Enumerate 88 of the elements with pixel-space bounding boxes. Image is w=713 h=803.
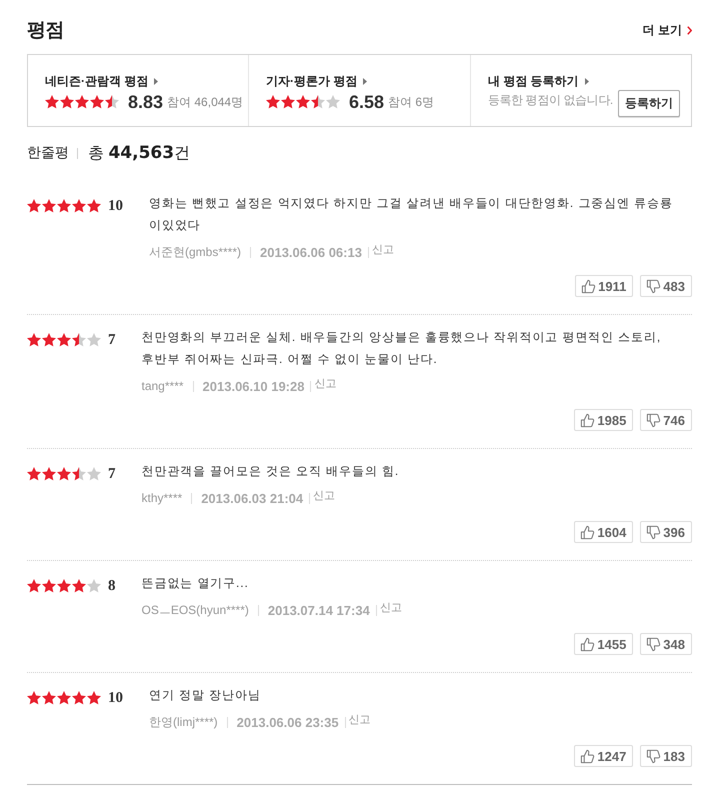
author-name: OSㅡEOS(hyun****) — [142, 602, 249, 618]
empty-rating-message: 등록한 평점이 없습니다. — [488, 92, 613, 109]
rating-title-link[interactable]: 기자·평론가 평점 — [266, 72, 368, 90]
filled-star-icon — [27, 467, 41, 481]
thumbs-down-icon — [646, 412, 662, 428]
half-star-icon — [72, 467, 86, 481]
filled-star-icon — [27, 579, 41, 593]
filled-star-icon — [75, 95, 89, 109]
filled-star-icon — [72, 579, 86, 593]
caret-icon — [363, 78, 368, 84]
thumbs-down-icon — [646, 524, 662, 540]
section-title: 평점 — [27, 19, 64, 43]
review-date: 2013.06.06 23:35 — [236, 714, 339, 730]
review-text: 연기 정말 장난아님 — [149, 687, 262, 704]
participant-count: 참여 6명 — [388, 94, 434, 110]
filled-star-icon — [42, 579, 56, 593]
review-text: 천만영화의 부끄러운 실체. 배우들간의 앙상블은 훌륭했으나 작위적이고 평면적인 스토리, 후반부 쥐어짜는 신파극. 어쩔 수 없이 눈물이 난다. — [142, 329, 662, 368]
like-button[interactable]: 1911 — [575, 275, 634, 297]
average-score: 6.58 — [349, 92, 384, 112]
filled-star-icon — [42, 691, 56, 705]
dislike-button[interactable]: 183 — [640, 745, 692, 767]
review-text: 뜬금없는 열기구... — [142, 575, 250, 592]
filled-star-icon — [57, 467, 71, 481]
review-score: 8 — [108, 578, 116, 594]
filled-star-icon — [281, 95, 295, 109]
filled-star-icon — [87, 199, 101, 213]
filled-star-icon — [57, 333, 71, 347]
review-score: 10 — [108, 690, 123, 706]
filled-star-icon — [57, 579, 71, 593]
like-button[interactable]: 1455 — [574, 633, 634, 655]
review-date: 2013.07.14 17:34 — [268, 602, 370, 618]
thumbs-up-icon — [580, 524, 596, 540]
filled-star-icon — [90, 95, 104, 109]
half-star-icon — [105, 95, 119, 109]
filled-star-icon — [57, 199, 71, 213]
filled-star-icon — [296, 95, 310, 109]
review-date: 2013.06.03 21:04 — [201, 490, 304, 506]
review-text: 천만관객을 끌어모은 것은 오직 배우들의 힘. — [142, 463, 400, 480]
dislike-button[interactable]: 396 — [640, 521, 692, 543]
like-button[interactable]: 1985 — [574, 409, 634, 431]
dislike-button[interactable]: 746 — [640, 409, 692, 431]
filled-star-icon — [72, 199, 86, 213]
review-score: 7 — [108, 332, 116, 348]
chevron-right-icon — [687, 26, 692, 34]
like-button[interactable]: 1247 — [574, 745, 634, 767]
caret-icon — [584, 78, 589, 84]
thumbs-up-icon — [580, 412, 596, 428]
section-subtitle: 한줄평 — [27, 144, 69, 162]
like-button[interactable]: 1604 — [574, 521, 634, 543]
filled-star-icon — [27, 691, 41, 705]
register-button[interactable]: 등록하기 — [618, 90, 680, 117]
author-name: 서준현(gmbs****) — [149, 244, 242, 260]
filled-star-icon — [45, 95, 59, 109]
filled-star-icon — [42, 199, 56, 213]
participant-count: 참여 46,044명 — [167, 94, 244, 110]
thumbs-up-icon — [581, 278, 596, 294]
author-name: tang**** — [142, 379, 184, 393]
author-name: 한영(limj****) — [149, 714, 218, 730]
rating-title-link[interactable]: 네티즌·관람객 평점 — [45, 72, 158, 90]
caret-icon — [154, 78, 158, 84]
review-date: 2013.06.10 19:28 — [202, 378, 304, 394]
half-star-icon — [311, 95, 325, 109]
filled-star-icon — [57, 691, 71, 705]
thumbs-down-icon — [646, 636, 662, 652]
filled-star-icon — [60, 95, 74, 109]
filled-star-icon — [72, 691, 86, 705]
review-date: 2013.06.06 06:13 — [260, 244, 362, 260]
average-score: 8.83 — [128, 92, 164, 112]
thumbs-down-icon — [646, 278, 662, 294]
filled-star-icon — [27, 199, 41, 213]
half-star-icon — [72, 333, 86, 347]
register-rating-link[interactable]: 내 평점 등록하기 — [488, 72, 589, 90]
dislike-button[interactable]: 348 — [640, 633, 692, 655]
filled-star-icon — [87, 691, 101, 705]
thumbs-down-icon — [646, 748, 662, 764]
thumbs-up-icon — [580, 636, 596, 652]
review-text: 영화는 뻔했고 설정은 억지였다 하지만 그걸 살려낸 배우들이 대단한영화. 그중심엔 류승룡이있었다 — [149, 195, 673, 234]
more-link[interactable]: 더 보기 — [642, 22, 692, 38]
filled-star-icon — [27, 333, 41, 347]
review-score: 7 — [108, 466, 116, 482]
author-name: kthy**** — [142, 491, 182, 505]
filled-star-icon — [42, 333, 56, 347]
filled-star-icon — [266, 95, 280, 109]
review-count: 총 44,563건 — [88, 142, 190, 164]
thumbs-up-icon — [580, 748, 596, 764]
filled-star-icon — [42, 467, 56, 481]
review-score: 10 — [108, 198, 123, 214]
dislike-button[interactable]: 483 — [640, 275, 692, 297]
